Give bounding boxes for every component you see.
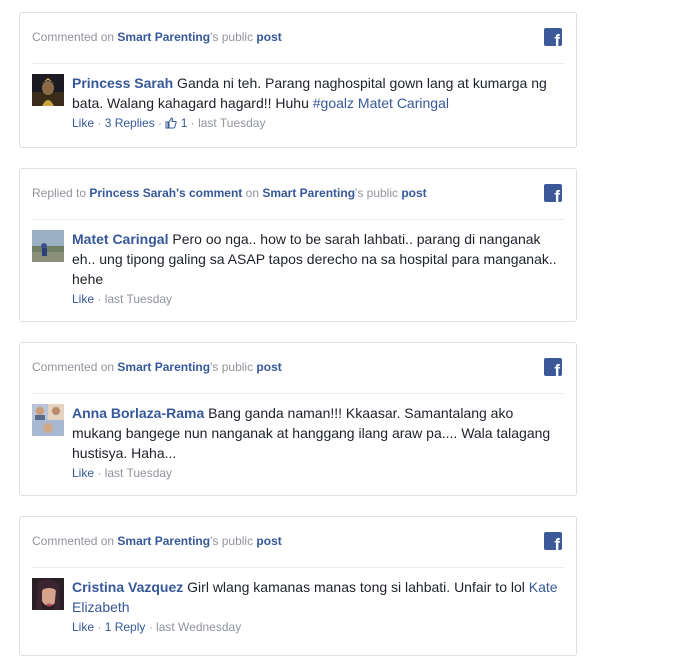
comment-author[interactable]: Cristina Vazquez — [72, 579, 183, 595]
comment-meta: Like · last Tuesday — [72, 466, 173, 480]
facebook-icon[interactable]: f — [544, 358, 562, 376]
replies-link[interactable]: 3 Replies — [105, 116, 155, 130]
activity-description: Replied to Princess Sarah's comment on S… — [32, 186, 427, 200]
card-header: Commented on Smart Parenting's public po… — [32, 343, 564, 394]
replies-link[interactable]: 1 Reply — [105, 620, 146, 634]
page-link[interactable]: Smart Parenting — [262, 186, 355, 200]
page-link[interactable]: Smart Parenting — [117, 360, 210, 374]
avatar[interactable] — [32, 74, 64, 106]
timestamp[interactable]: last Tuesday — [105, 292, 172, 306]
comment-author[interactable]: Anna Borlaza-Rama — [72, 405, 204, 421]
tagged-user-link[interactable]: Matet Caringal — [358, 95, 449, 111]
card-header: Commented on Smart Parenting's public po… — [32, 517, 564, 568]
comment-author[interactable]: Matet Caringal — [72, 231, 168, 247]
page-link[interactable]: Smart Parenting — [117, 30, 210, 44]
like-count-icon[interactable] — [165, 117, 178, 133]
comment-card: Commented on Smart Parenting's public po… — [19, 342, 577, 496]
target-comment-link[interactable]: Princess Sarah's comment — [89, 186, 242, 200]
comment-author[interactable]: Princess Sarah — [72, 75, 173, 91]
avatar[interactable] — [32, 230, 64, 262]
avatar[interactable] — [32, 578, 64, 610]
activity-on: on — [242, 186, 263, 200]
activity-mid: 's public — [210, 534, 257, 548]
comment-meta: Like · 3 Replies · 1 · last Tuesday — [72, 115, 562, 133]
facebook-icon[interactable]: f — [544, 28, 562, 46]
like-link[interactable]: Like — [72, 466, 94, 480]
activity-description: Commented on Smart Parenting's public po… — [32, 30, 282, 44]
like-count[interactable]: 1 — [181, 116, 188, 130]
comment-body: Matet Caringal Pero oo nga.. how to be s… — [72, 229, 562, 307]
activity-prefix: Commented on — [32, 30, 118, 44]
like-link[interactable]: Like — [72, 620, 94, 634]
comment-body: Princess Sarah Ganda ni teh. Parang nagh… — [72, 73, 562, 133]
activity-mid: 's public — [210, 30, 257, 44]
post-link[interactable]: post — [256, 360, 281, 374]
facebook-icon[interactable]: f — [544, 184, 562, 202]
like-link[interactable]: Like — [72, 116, 94, 130]
comment-text: Girl wlang kamanas manas tong si lahbati… — [183, 579, 529, 595]
activity-description: Commented on Smart Parenting's public po… — [32, 360, 282, 374]
comment-meta: Like · last Tuesday — [72, 292, 173, 306]
activity-mid: 's public — [210, 360, 257, 374]
post-link[interactable]: post — [256, 534, 281, 548]
comment-meta: Like · 1 Reply · last Wednesday — [72, 620, 242, 634]
timestamp[interactable]: last Wednesday — [156, 620, 241, 634]
activity-prefix: Replied to — [32, 186, 90, 200]
activity-prefix: Commented on — [32, 360, 118, 374]
hashtag-link[interactable]: #goalz — [313, 95, 354, 111]
activity-description: Commented on Smart Parenting's public po… — [32, 534, 282, 548]
avatar[interactable] — [32, 404, 64, 436]
page-link[interactable]: Smart Parenting — [117, 534, 210, 548]
card-header: Replied to Princess Sarah's comment on S… — [32, 169, 564, 220]
post-link[interactable]: post — [256, 30, 281, 44]
comment-body: Anna Borlaza-Rama Bang ganda naman!!! Kk… — [72, 403, 562, 481]
activity-mid: 's public — [355, 186, 402, 200]
comment-card: Replied to Princess Sarah's comment on S… — [19, 168, 577, 322]
facebook-icon[interactable]: f — [544, 532, 562, 550]
timestamp[interactable]: last Tuesday — [198, 116, 265, 130]
post-link[interactable]: post — [401, 186, 426, 200]
comment-card: Commented on Smart Parenting's public po… — [19, 516, 577, 656]
like-link[interactable]: Like — [72, 292, 94, 306]
timestamp[interactable]: last Tuesday — [105, 466, 172, 480]
comment-body: Cristina Vazquez Girl wlang kamanas mana… — [72, 577, 562, 635]
card-header: Commented on Smart Parenting's public po… — [32, 13, 564, 64]
comment-card: Commented on Smart Parenting's public po… — [19, 12, 577, 148]
activity-prefix: Commented on — [32, 534, 118, 548]
